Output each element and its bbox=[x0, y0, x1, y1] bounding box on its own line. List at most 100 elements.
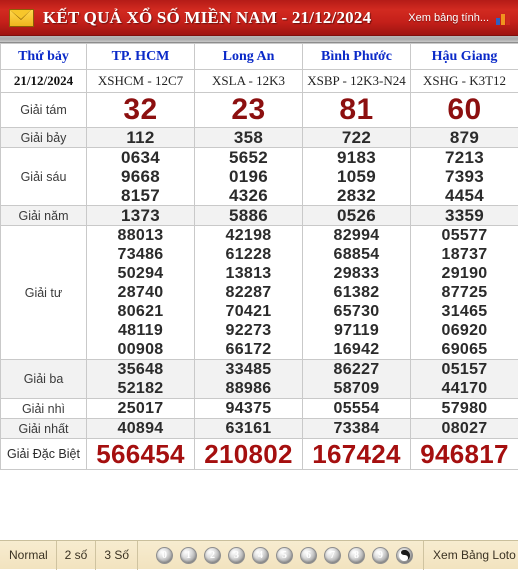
prize-number: 40894 bbox=[118, 419, 164, 438]
prize-number: 94375 bbox=[226, 399, 272, 418]
results-table: Thứ bảy TP. HCM Long An Bình Phước Hậu G… bbox=[0, 43, 518, 470]
prize-cell[interactable]: 0515744170 bbox=[411, 360, 518, 399]
number-stack: 25017 bbox=[87, 399, 194, 418]
prize-cell[interactable]: 73384 bbox=[303, 419, 411, 439]
province-header-2[interactable]: Bình Phước bbox=[303, 44, 411, 70]
prize-number: 29190 bbox=[442, 264, 488, 283]
prize-number: 05157 bbox=[442, 360, 488, 379]
number-stack: 946817 bbox=[411, 439, 518, 469]
prize-cell[interactable]: 8622758709 bbox=[303, 360, 411, 399]
filter-3-digit-button[interactable]: 3 Số bbox=[96, 541, 138, 570]
digit-ball-6[interactable]: 6 bbox=[300, 547, 317, 564]
prize-number: 1373 bbox=[121, 206, 160, 225]
mode-normal-button[interactable]: Normal bbox=[0, 541, 57, 570]
prize-cell[interactable]: 1373 bbox=[87, 206, 195, 226]
filter-2-digit-button[interactable]: 2 số bbox=[57, 541, 97, 570]
prize-number: 65730 bbox=[334, 302, 380, 321]
prize-cell[interactable]: 81 bbox=[303, 93, 411, 128]
prize-cell[interactable]: 82994688542983361382657309711916942 bbox=[303, 226, 411, 360]
prize-cell[interactable]: 05577187372919087725314650692069065 bbox=[411, 226, 518, 360]
province-header-0[interactable]: TP. HCM bbox=[87, 44, 195, 70]
prize-cell[interactable]: 946817 bbox=[411, 439, 518, 470]
prize-cell[interactable]: 879 bbox=[411, 128, 518, 148]
prize-number: 61382 bbox=[334, 283, 380, 302]
digit-ball-4[interactable]: 4 bbox=[252, 547, 269, 564]
prize-number: 18737 bbox=[442, 245, 488, 264]
number-stack: 879 bbox=[411, 128, 518, 147]
digit-ball-5[interactable]: 5 bbox=[276, 547, 293, 564]
province-header-3[interactable]: Hậu Giang bbox=[411, 44, 518, 70]
digit-ball-9[interactable]: 9 bbox=[372, 547, 389, 564]
prize-number: 946817 bbox=[420, 439, 509, 469]
prize-cell[interactable]: 42198612281381382287704219227366172 bbox=[195, 226, 303, 360]
prize-cell[interactable]: 08027 bbox=[411, 419, 518, 439]
province-header-1[interactable]: Long An bbox=[195, 44, 303, 70]
prize-cell[interactable]: 063496688157 bbox=[87, 148, 195, 206]
number-stack: 565201964326 bbox=[195, 148, 302, 205]
view-stats-link[interactable]: Xem bảng tính... bbox=[408, 12, 489, 24]
prize-number: 42198 bbox=[226, 226, 272, 245]
prize-cell[interactable]: 5886 bbox=[195, 206, 303, 226]
prize-cell[interactable]: 0526 bbox=[303, 206, 411, 226]
view-loto-table-link[interactable]: Xem Bảng Loto bbox=[424, 541, 518, 570]
digit-ball-2[interactable]: 2 bbox=[204, 547, 221, 564]
prize-number: 69065 bbox=[442, 340, 488, 359]
prize-cell[interactable]: 63161 bbox=[195, 419, 303, 439]
number-stack: 94375 bbox=[195, 399, 302, 418]
number-stack: 57980 bbox=[411, 399, 518, 418]
number-stack: 32 bbox=[87, 93, 194, 127]
prize-number: 68854 bbox=[334, 245, 380, 264]
digit-ball-7[interactable]: 7 bbox=[324, 547, 341, 564]
prize-number: 08027 bbox=[442, 419, 488, 438]
prize-number: 50294 bbox=[118, 264, 164, 283]
prize-label: Giải tám bbox=[1, 93, 87, 128]
prize-cell[interactable]: 565201964326 bbox=[195, 148, 303, 206]
prize-number: 05554 bbox=[334, 399, 380, 418]
prize-cell[interactable]: 25017 bbox=[87, 399, 195, 419]
prize-cell[interactable]: 566454 bbox=[87, 439, 195, 470]
prize-number: 82994 bbox=[334, 226, 380, 245]
prize-rows: Giải tám32238160Giải bảy112358722879Giải… bbox=[1, 93, 518, 470]
prize-cell[interactable]: 40894 bbox=[87, 419, 195, 439]
prize-cell[interactable]: 210802 bbox=[195, 439, 303, 470]
prize-number: 05577 bbox=[442, 226, 488, 245]
prize-number: 7213 bbox=[445, 148, 484, 167]
prize-cell[interactable]: 722 bbox=[303, 128, 411, 148]
prize-cell[interactable]: 60 bbox=[411, 93, 518, 128]
prize-cell[interactable]: 05554 bbox=[303, 399, 411, 419]
prize-cell[interactable]: 88013734865029428740806214811900908 bbox=[87, 226, 195, 360]
prize-cell[interactable]: 918310592832 bbox=[303, 148, 411, 206]
number-stack: 63161 bbox=[195, 419, 302, 438]
prize-cell[interactable]: 358 bbox=[195, 128, 303, 148]
prize-cell[interactable]: 3564852182 bbox=[87, 360, 195, 399]
prize-cell[interactable]: 32 bbox=[87, 93, 195, 128]
prize-cell[interactable]: 3359 bbox=[411, 206, 518, 226]
yin-yang-glyph bbox=[399, 550, 410, 561]
prize-number: 4326 bbox=[229, 186, 268, 205]
digit-ball-8[interactable]: 8 bbox=[348, 547, 365, 564]
page-title: KẾT QUẢ XỔ SỐ MIỀN NAM - 21/12/2024 bbox=[43, 8, 371, 28]
digit-ball-3[interactable]: 3 bbox=[228, 547, 245, 564]
prize-cell[interactable]: 94375 bbox=[195, 399, 303, 419]
prize-number: 97119 bbox=[334, 321, 379, 340]
digit-ball-0[interactable]: 0 bbox=[156, 547, 173, 564]
day-of-week-header: Thứ bảy bbox=[1, 44, 87, 70]
number-stack: 722 bbox=[303, 128, 410, 147]
prize-number: 52182 bbox=[118, 379, 164, 398]
prize-cell[interactable]: 721373934454 bbox=[411, 148, 518, 206]
prize-label: Giải nhất bbox=[1, 419, 87, 439]
prize-number: 61228 bbox=[226, 245, 272, 264]
bar-chart-icon[interactable] bbox=[496, 11, 510, 25]
prize-cell[interactable]: 167424 bbox=[303, 439, 411, 470]
prize-cell[interactable]: 23 bbox=[195, 93, 303, 128]
prize-cell[interactable]: 3348588986 bbox=[195, 360, 303, 399]
number-stack: 167424 bbox=[303, 439, 410, 469]
number-stack: 40894 bbox=[87, 419, 194, 438]
prize-cell[interactable]: 112 bbox=[87, 128, 195, 148]
prize-cell[interactable]: 57980 bbox=[411, 399, 518, 419]
prize-number: 28740 bbox=[118, 283, 164, 302]
province-code-0: XSHCM - 12C7 bbox=[87, 70, 195, 93]
digit-ball-1[interactable]: 1 bbox=[180, 547, 197, 564]
number-stack: 05554 bbox=[303, 399, 410, 418]
yin-yang-icon[interactable] bbox=[396, 547, 413, 564]
